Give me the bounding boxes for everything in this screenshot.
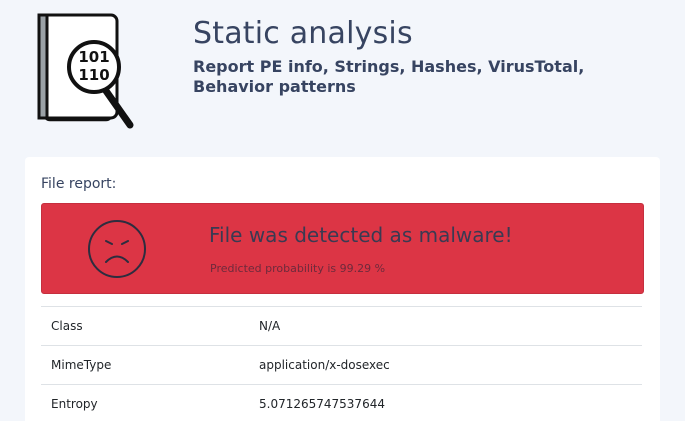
table-row: MimeType application/x-dosexec (41, 345, 642, 385)
page: 101 110 Static analysis Report PE info, … (0, 0, 685, 421)
binary-magnifier-icon: 101 110 (37, 13, 134, 129)
row-value: application/x-dosexec (249, 345, 642, 385)
table-row: Class N/A (41, 306, 642, 346)
logo-digits-bottom: 110 (78, 66, 109, 84)
table-row: Entropy 5.071265747537644 (41, 384, 642, 421)
row-key: Class (41, 306, 249, 346)
alert-probability: Predicted probability is 99.29 % (210, 262, 386, 275)
file-report-card: File report: File was detected as malwar… (25, 157, 660, 421)
malware-alert: File was detected as malware! Predicted … (41, 203, 644, 294)
page-title: Static analysis (193, 16, 413, 51)
sad-face-icon (88, 220, 146, 278)
file-report-label: File report: (41, 176, 117, 192)
row-value: N/A (249, 306, 642, 346)
page-subtitle: Report PE info, Strings, Hashes, VirusTo… (193, 57, 585, 96)
logo-digits-top: 101 (78, 48, 109, 66)
alert-title: File was detected as malware! (209, 223, 513, 247)
row-key: MimeType (41, 345, 249, 385)
row-key: Entropy (41, 384, 249, 421)
file-report-table: Class N/A MimeType application/x-dosexec… (41, 306, 642, 421)
row-value: 5.071265747537644 (249, 384, 642, 421)
